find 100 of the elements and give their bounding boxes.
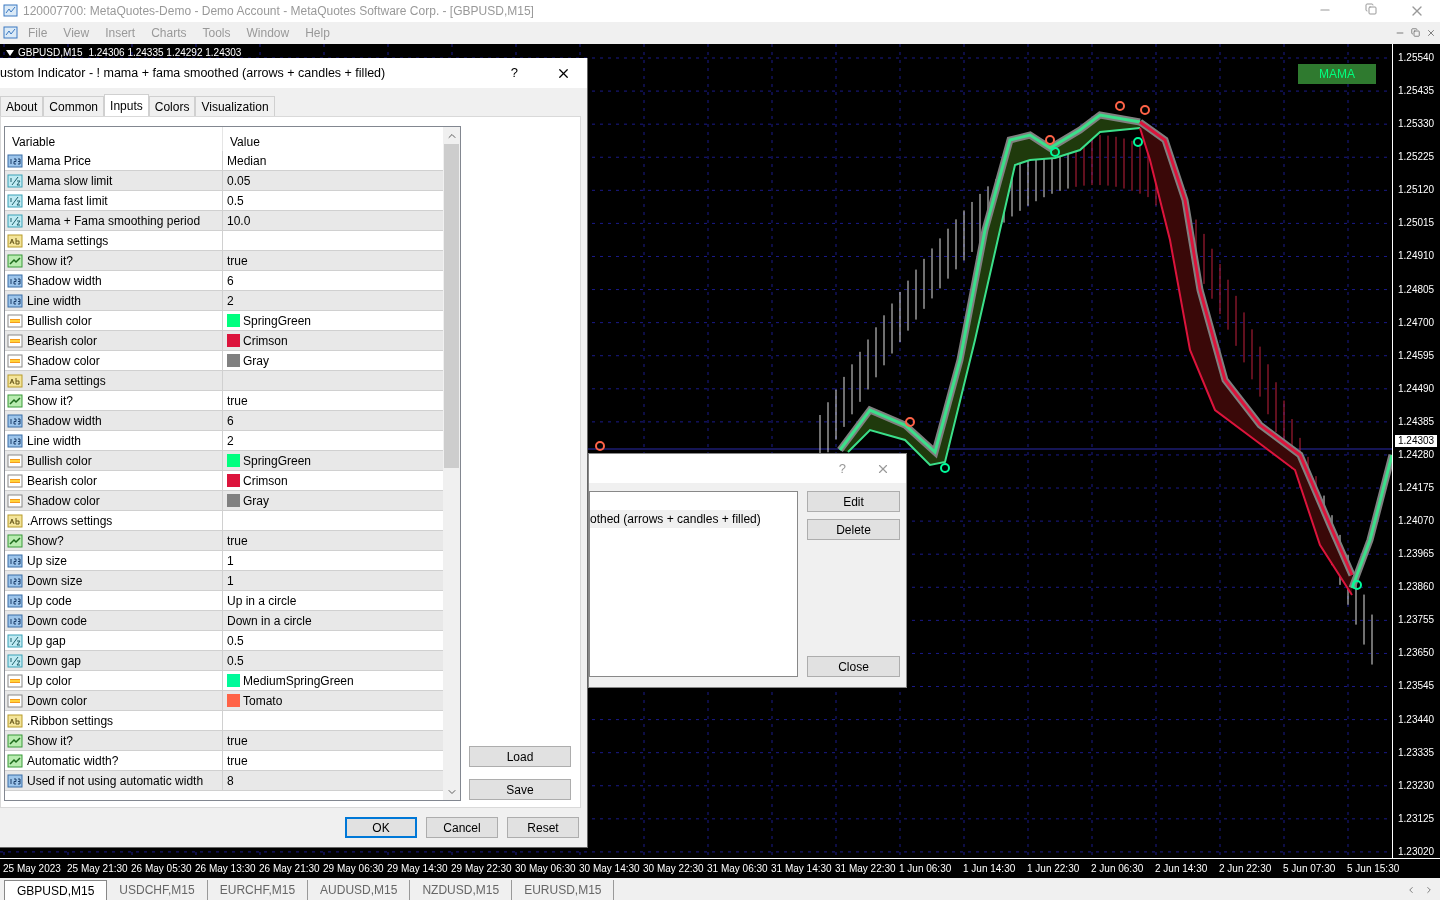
variable-name: Shadow width bbox=[27, 272, 102, 290]
variable-name: Down size bbox=[27, 572, 83, 590]
price-label: 1.23335 bbox=[1397, 746, 1436, 759]
variable-name: Down color bbox=[27, 692, 88, 710]
price-label: 1.23965 bbox=[1397, 548, 1436, 561]
variable-value[interactable]: 0.05 bbox=[227, 171, 251, 190]
variable-value[interactable]: Gray bbox=[243, 491, 269, 510]
integer-icon bbox=[7, 432, 23, 449]
variable-value[interactable]: 2 bbox=[227, 431, 234, 450]
symbol-tab[interactable]: NZDUSD,M15 bbox=[410, 880, 513, 900]
variable-name: Shadow width bbox=[27, 412, 102, 430]
tab[interactable]: About bbox=[0, 96, 44, 116]
window-title: 120007700: MetaQuotes-Demo - Demo Account - MetaQuotes Software Corp. - [GBPUSD,M15] bbox=[23, 3, 534, 20]
tab[interactable]: Common bbox=[43, 96, 105, 116]
variable-value[interactable]: Gray bbox=[243, 351, 269, 370]
time-label: 2 Jun 22:30 bbox=[1218, 862, 1273, 876]
variable-name: Mama fast limit bbox=[27, 192, 108, 210]
integer-icon bbox=[7, 152, 23, 169]
symbol-tab[interactable]: GBPUSD,M15 bbox=[4, 880, 108, 900]
variable-value[interactable]: Down in a circle bbox=[227, 611, 312, 630]
side-button[interactable]: Load bbox=[469, 746, 571, 767]
variable-name: Automatic width? bbox=[27, 752, 119, 770]
variable-value[interactable]: true bbox=[227, 731, 248, 750]
variable-value[interactable]: Crimson bbox=[243, 471, 288, 490]
tab[interactable]: Inputs bbox=[104, 94, 149, 116]
tab[interactable]: Colors bbox=[148, 96, 196, 116]
variable-name: Line width bbox=[27, 292, 82, 310]
variable-name: Show? bbox=[27, 532, 64, 550]
scroll-left-icon[interactable] bbox=[1406, 885, 1416, 895]
variable-value[interactable]: 8 bbox=[227, 771, 234, 790]
side-button[interactable]: Save bbox=[469, 779, 571, 800]
integer-icon bbox=[7, 412, 23, 429]
fraction-icon bbox=[7, 172, 23, 189]
symbol-tab[interactable]: AUDUSD,M15 bbox=[308, 880, 411, 900]
dialog-button[interactable]: Reset bbox=[507, 817, 579, 838]
restore-icon[interactable] bbox=[1411, 28, 1420, 38]
variable-name: Show it? bbox=[27, 732, 74, 750]
variable-value[interactable]: 1 bbox=[227, 551, 234, 570]
variable-name: Mama + Fama smoothing period bbox=[27, 212, 201, 230]
variable-value[interactable]: 6 bbox=[227, 271, 234, 290]
variable-value[interactable]: Median bbox=[227, 151, 267, 170]
price-label: 1.24070 bbox=[1397, 515, 1436, 528]
integer-icon bbox=[7, 772, 23, 789]
variable-name: Up code bbox=[27, 592, 72, 610]
dialog-button[interactable]: Edit bbox=[807, 491, 900, 512]
scroll-right-icon[interactable] bbox=[1424, 885, 1434, 895]
app-icon bbox=[3, 3, 19, 19]
variable-value[interactable]: SpringGreen bbox=[243, 311, 312, 330]
variable-value[interactable]: Crimson bbox=[243, 331, 288, 350]
dialog-button[interactable]: OK bbox=[345, 817, 417, 838]
variable-value[interactable]: Up in a circle bbox=[227, 591, 297, 610]
price-label: 1.23230 bbox=[1397, 779, 1436, 792]
variable-name: .Fama settings bbox=[27, 372, 106, 390]
variable-name: Down code bbox=[27, 612, 88, 630]
variable-name: .Mama settings bbox=[27, 232, 109, 250]
dialog-button[interactable]: Delete bbox=[807, 519, 900, 540]
fraction-icon bbox=[7, 652, 23, 669]
time-label: 30 May 06:30 bbox=[514, 862, 576, 876]
tab[interactable]: Visualization bbox=[195, 96, 275, 116]
price-label: 1.24385 bbox=[1397, 415, 1436, 428]
variable-value[interactable]: true bbox=[227, 531, 248, 550]
time-label: 26 May 21:30 bbox=[258, 862, 320, 876]
text-icon bbox=[7, 712, 23, 729]
variable-value[interactable]: true bbox=[227, 251, 248, 270]
color-icon bbox=[7, 492, 23, 509]
variable-value[interactable]: 2 bbox=[227, 291, 234, 310]
list-item[interactable]: othed (arrows + candles + filled) bbox=[590, 510, 760, 528]
price-label: 1.23020 bbox=[1397, 845, 1436, 858]
dialog-button[interactable]: Cancel bbox=[426, 817, 498, 838]
variable-value[interactable]: 1 bbox=[227, 571, 234, 590]
symbol-tab[interactable]: EURUSD,M15 bbox=[512, 880, 615, 900]
variable-value[interactable]: MediumSpringGreen bbox=[243, 671, 354, 690]
variable-value[interactable]: 6 bbox=[227, 411, 234, 430]
help-button[interactable]: ? bbox=[510, 63, 518, 83]
symbol-tab[interactable]: EURCHF,M15 bbox=[207, 880, 309, 900]
variable-value[interactable]: Tomato bbox=[243, 691, 283, 710]
time-label: 29 May 22:30 bbox=[450, 862, 512, 876]
variable-value[interactable]: 0.5 bbox=[227, 191, 244, 210]
variable-name: Shadow color bbox=[27, 352, 100, 370]
time-label: 29 May 06:30 bbox=[322, 862, 384, 876]
variable-value[interactable]: true bbox=[227, 391, 248, 410]
variable-value[interactable]: 0.5 bbox=[227, 631, 244, 650]
variable-value[interactable]: true bbox=[227, 751, 248, 770]
variable-name: Bearish color bbox=[27, 332, 98, 350]
variable-value[interactable]: SpringGreen bbox=[243, 451, 312, 470]
current-price-label: 1.24303 bbox=[1394, 434, 1439, 448]
indicator-legend: MAMA bbox=[1298, 64, 1376, 84]
variable-name: Show it? bbox=[27, 392, 74, 410]
column-header[interactable]: Value bbox=[223, 127, 443, 151]
variable-value[interactable]: 10.0 bbox=[227, 211, 251, 230]
scrollbar-thumb[interactable] bbox=[444, 144, 459, 468]
variable-value[interactable]: 0.5 bbox=[227, 651, 244, 670]
symbol-tab[interactable]: USDCHF,M15 bbox=[107, 880, 208, 900]
variable-name: Up color bbox=[27, 672, 72, 690]
scrollbar[interactable] bbox=[443, 127, 460, 800]
time-label: 2 Jun 06:30 bbox=[1090, 862, 1145, 876]
triangle-icon[interactable] bbox=[6, 50, 14, 56]
price-label: 1.23860 bbox=[1397, 581, 1436, 594]
time-label: 1 Jun 22:30 bbox=[1026, 862, 1081, 876]
close-button[interactable]: Close bbox=[807, 656, 900, 677]
